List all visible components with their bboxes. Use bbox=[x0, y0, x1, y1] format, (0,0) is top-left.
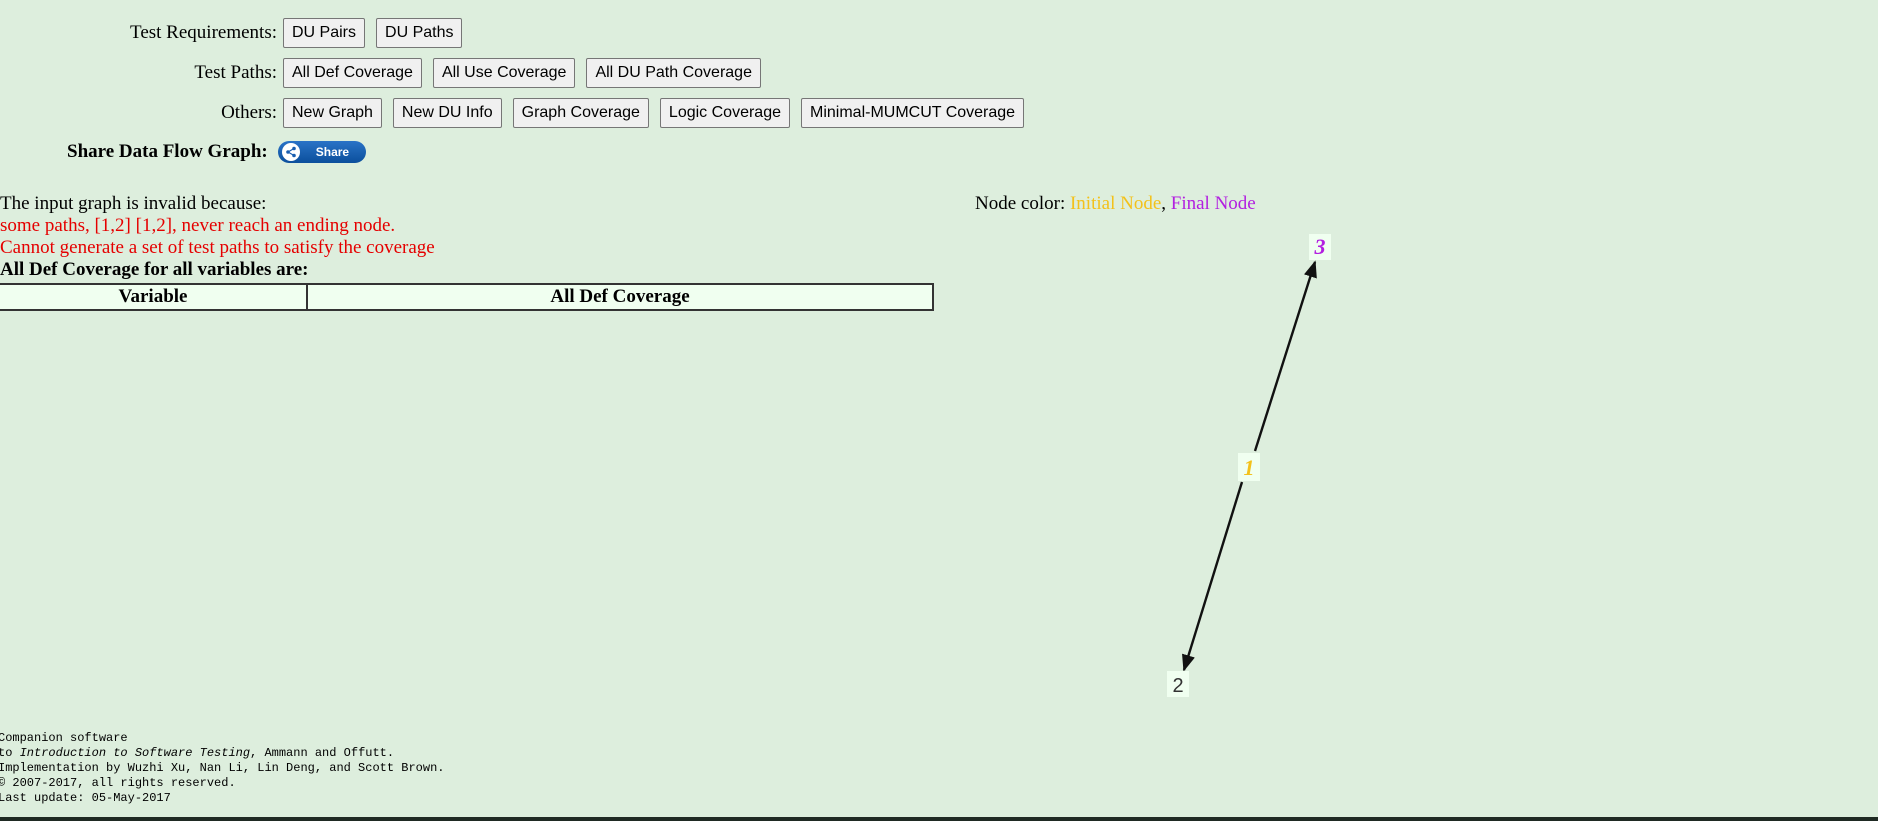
footer-line-2-suffix: , Ammann and Offutt. bbox=[250, 746, 395, 760]
footer-line-5: Last update: 05-May-2017 bbox=[0, 791, 171, 805]
data-flow-graph: 1 2 3 bbox=[1167, 234, 1331, 697]
graph-node-1[interactable]: 1 bbox=[1238, 453, 1260, 481]
graph-node-2[interactable]: 2 bbox=[1167, 671, 1189, 697]
footer-line-2: to Introduction to Software Testing, Amm… bbox=[0, 746, 444, 761]
footer-line-2-prefix: to bbox=[0, 746, 20, 760]
footer-credits: Companion software to Introduction to Sof… bbox=[0, 731, 444, 806]
graph-node-3-label: 3 bbox=[1314, 234, 1326, 259]
graph-edge-1-3 bbox=[1253, 260, 1317, 452]
graph-node-1-label: 1 bbox=[1244, 455, 1255, 480]
bottom-window-edge bbox=[0, 817, 1878, 821]
graph-edge-1-2 bbox=[1182, 481, 1244, 672]
graph-node-2-label: 2 bbox=[1172, 675, 1183, 697]
footer-line-3: Implementation by Wuzhi Xu, Nan Li, Lin … bbox=[0, 761, 445, 775]
footer-line-1: Companion software bbox=[0, 731, 128, 745]
footer-line-4: © 2007-2017, all rights reserved. bbox=[0, 776, 236, 790]
book-title: Introduction to Software Testing bbox=[19, 746, 251, 760]
graph-node-3[interactable]: 3 bbox=[1309, 234, 1331, 260]
